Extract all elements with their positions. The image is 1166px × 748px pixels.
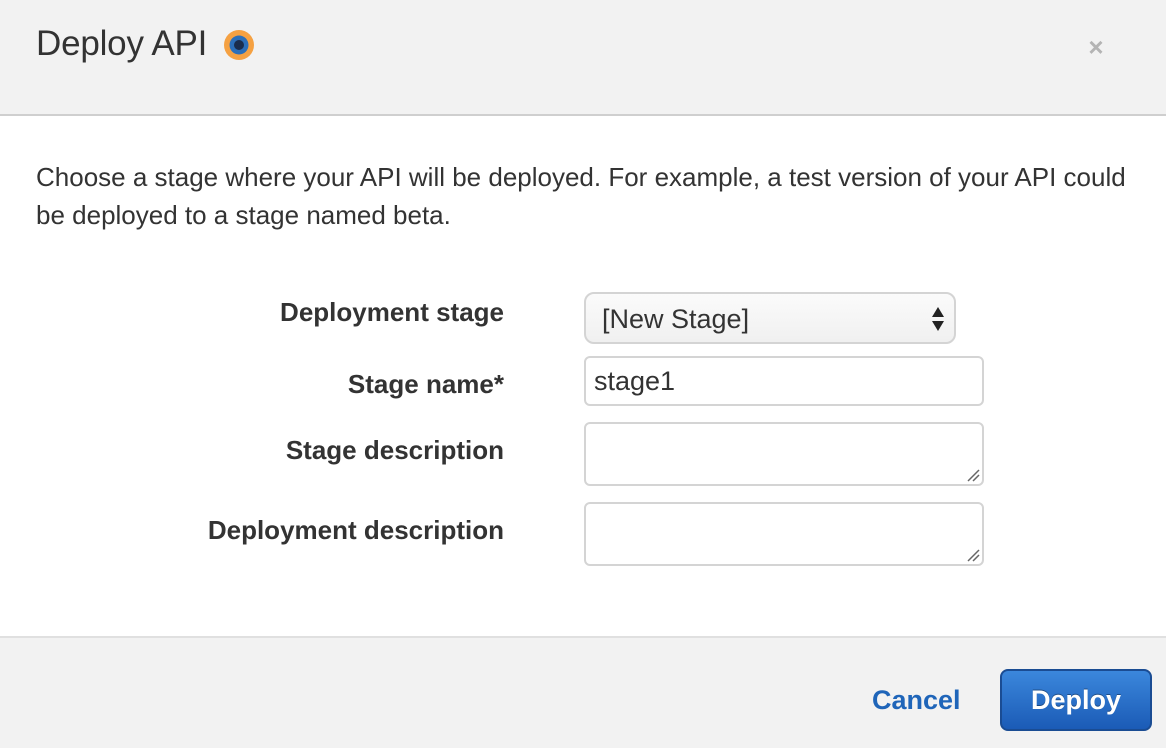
deployment-stage-selected-value: [New Stage]	[602, 304, 750, 334]
close-icon[interactable]: ×	[1084, 33, 1108, 61]
deployment-description-textarea[interactable]	[584, 502, 984, 566]
intro-text: Choose a stage where your API will be de…	[36, 162, 1126, 230]
updown-arrows-icon	[932, 307, 944, 331]
dialog-title: Deploy API	[36, 24, 208, 63]
dialog-footer: Cancel Deploy	[0, 636, 1166, 748]
dialog-header: Deploy API ×	[0, 0, 1166, 116]
resize-grip-icon[interactable]	[966, 548, 980, 562]
dialog-body: Choose a stage where your API will be de…	[0, 116, 1166, 636]
deployment-stage-label: Deployment stage	[280, 297, 504, 327]
stage-description-textarea[interactable]	[584, 422, 984, 486]
deployment-description-label: Deployment description	[207, 515, 504, 545]
stage-name-input[interactable]	[584, 356, 984, 406]
stage-description-label: Stage description	[285, 435, 504, 465]
cancel-button[interactable]: Cancel	[872, 684, 961, 716]
stage-name-label: Stage name*	[347, 369, 504, 399]
deploy-button[interactable]: Deploy	[1000, 669, 1152, 731]
deployment-stage-select[interactable]: [New Stage]	[584, 292, 956, 344]
deploy-api-dialog: Deploy API × Choose a stage where your A…	[0, 0, 1166, 748]
info-icon[interactable]	[223, 29, 255, 61]
resize-grip-icon[interactable]	[966, 468, 980, 482]
